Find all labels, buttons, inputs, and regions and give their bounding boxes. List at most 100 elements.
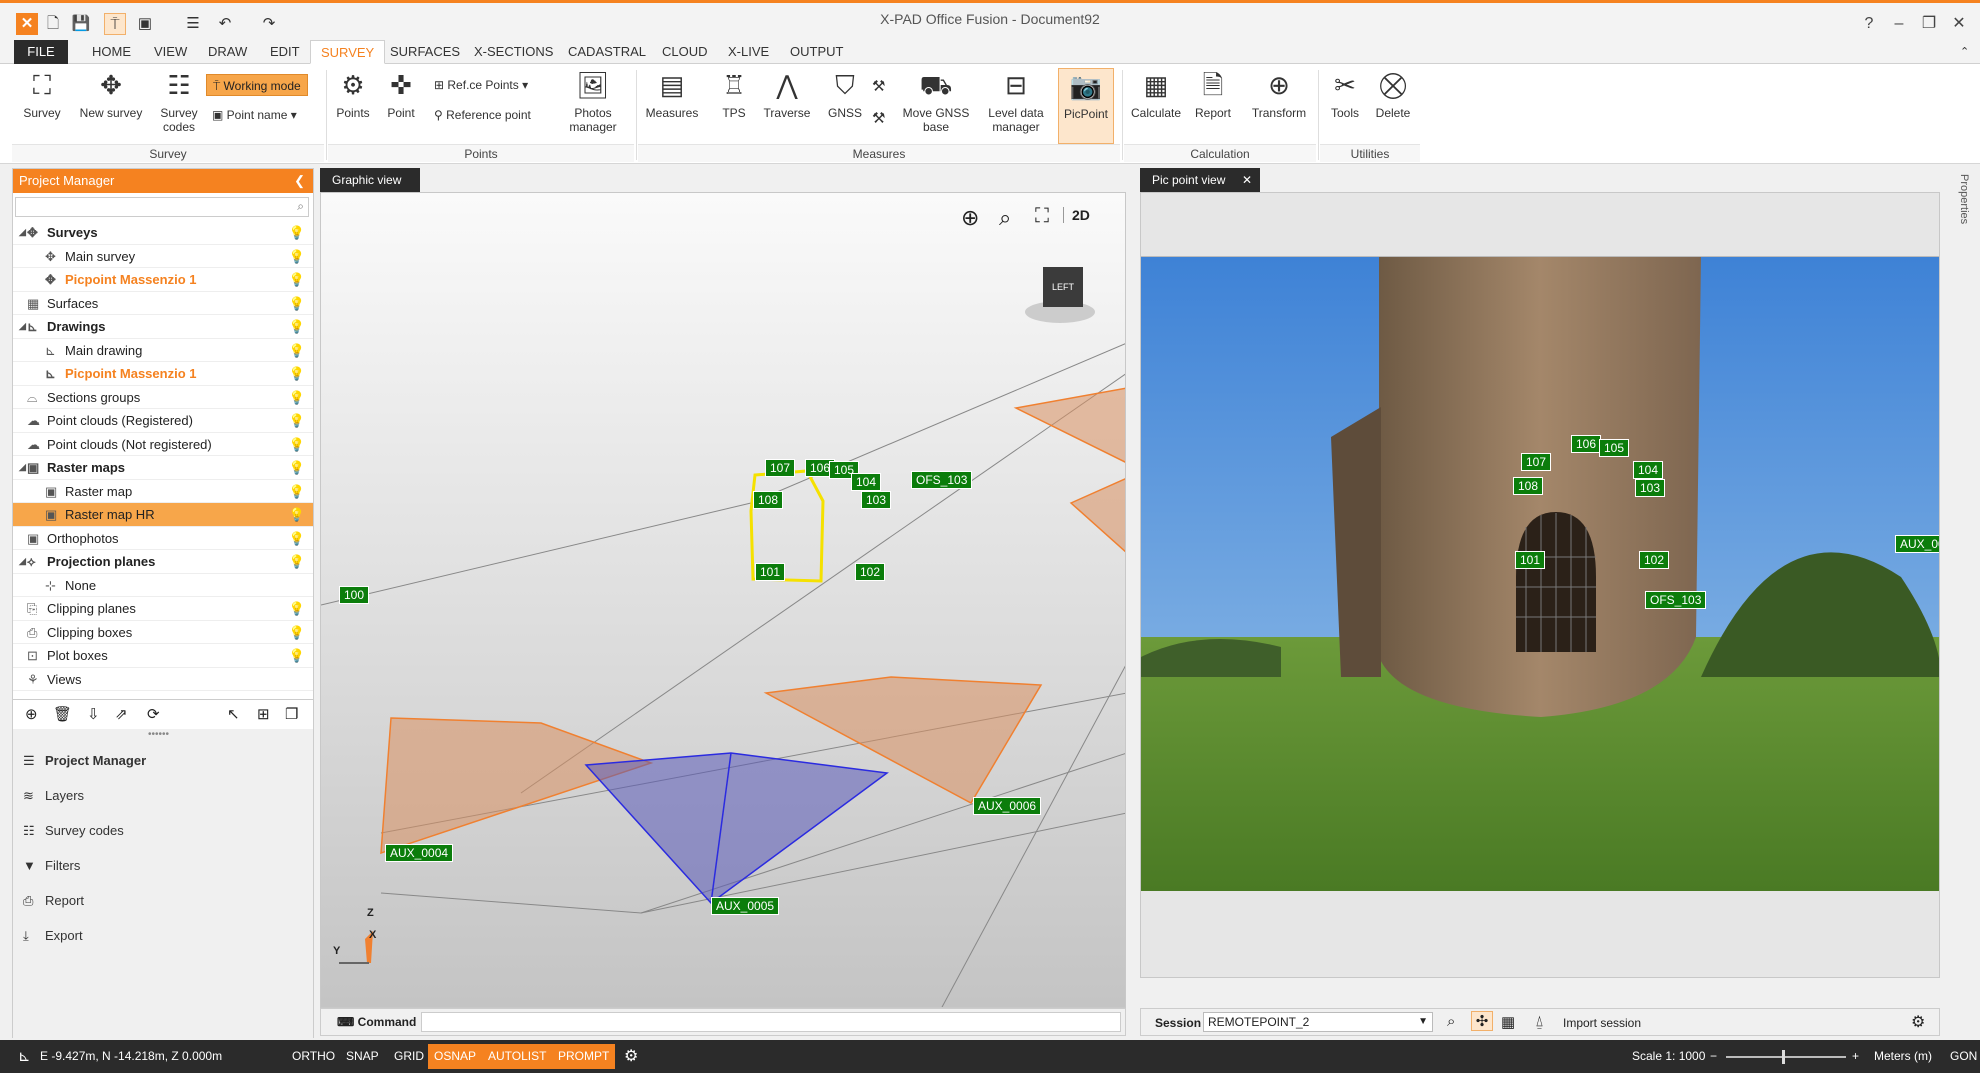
tree-item[interactable]: ▣ Raster map HR 💡 — [13, 503, 313, 527]
command-input[interactable] — [421, 1012, 1121, 1032]
toggle-ortho[interactable]: ORTHO — [286, 1044, 341, 1069]
tab-view[interactable]: VIEW — [144, 40, 197, 64]
collapse-ribbon-icon[interactable]: ⌃ — [1950, 40, 1979, 64]
tree-item[interactable]: ⎙ Clipping boxes 💡 — [13, 621, 313, 644]
points-button[interactable]: ⚙ Points — [332, 68, 374, 120]
tab-graphic-view[interactable]: Graphic view — [320, 168, 420, 192]
tree-item[interactable]: ⊹ None — [13, 574, 313, 597]
tab-cloud[interactable]: CLOUD — [652, 40, 718, 64]
point-label[interactable]: AUX_0006 — [973, 797, 1042, 815]
photo-point-label[interactable]: 107 — [1521, 453, 1552, 471]
tab-cadastral[interactable]: CADASTRAL — [558, 40, 656, 64]
visibility-bulb-icon[interactable]: 💡 — [289, 221, 305, 244]
zoom-in-icon[interactable]: ⊕ — [961, 205, 979, 231]
close-icon[interactable]: ✕ — [1946, 13, 1972, 35]
add-icon[interactable]: ⊕ — [25, 705, 38, 723]
point-label[interactable]: 102 — [855, 563, 886, 581]
cursor-icon[interactable]: ↖ — [227, 705, 240, 723]
gnss-small-tool-2-icon[interactable]: ⚒ — [872, 108, 885, 130]
refresh-icon[interactable]: ⟳ — [147, 705, 160, 723]
visibility-bulb-icon[interactable]: 💡 — [289, 527, 305, 550]
zoom-icon[interactable]: ⌕ — [1447, 1013, 1455, 1030]
tab-surfaces[interactable]: SURFACES — [380, 40, 470, 64]
expand-triangle-icon[interactable]: ◢ — [19, 456, 26, 479]
point-label[interactable]: OFS_103 — [911, 471, 973, 489]
export-icon[interactable]: ⇗ — [115, 705, 128, 723]
point-name-button[interactable]: ▣ Point name ▾ — [212, 104, 297, 126]
visibility-bulb-icon[interactable]: 💡 — [289, 550, 305, 573]
new-survey-button[interactable]: ✥ New survey — [76, 68, 146, 120]
visibility-bulb-icon[interactable]: 💡 — [289, 480, 305, 503]
nav-survey-codes[interactable]: ☷ Survey codes — [23, 819, 124, 843]
visibility-bulb-icon[interactable]: 💡 — [289, 245, 305, 268]
tab-edit[interactable]: EDIT — [260, 40, 310, 64]
visibility-bulb-icon[interactable]: 💡 — [289, 433, 305, 456]
tps-button[interactable]: ♖ TPS — [716, 68, 752, 120]
visibility-bulb-icon[interactable]: 💡 — [289, 597, 305, 620]
photo-point-label[interactable]: AUX_00 — [1895, 535, 1939, 553]
tools-button[interactable]: ✂ Tools — [1324, 68, 1366, 120]
tree-item[interactable]: ◢ ▣ Raster maps 💡 — [13, 456, 313, 480]
visibility-bulb-icon[interactable]: 💡 — [289, 339, 305, 362]
tree-item[interactable]: ⊡ Plot boxes 💡 — [13, 644, 313, 668]
tab-draw[interactable]: DRAW — [198, 40, 257, 64]
grid-icon[interactable]: ▦ — [1501, 1013, 1515, 1031]
units-label[interactable]: Meters (m) — [1874, 1040, 1932, 1073]
settings-gear-icon[interactable]: ⚙ — [624, 1040, 638, 1073]
gear-icon[interactable]: ⚙ — [1911, 1012, 1925, 1032]
nav-report[interactable]: ⎙ Report — [23, 889, 84, 913]
point-label[interactable]: 101 — [755, 563, 786, 581]
add-window-icon[interactable]: ⊞ — [257, 705, 270, 723]
survey-codes-button[interactable]: ☷ Survey codes — [156, 68, 202, 134]
tree-item[interactable]: ⊾ Main drawing 💡 — [13, 339, 313, 362]
move-gnss-base-button[interactable]: ⛟ Move GNSS base — [900, 68, 972, 134]
tree-item[interactable]: ⚘ Views — [13, 668, 313, 691]
zoom-minus-icon[interactable]: − — [1710, 1040, 1717, 1073]
trash-icon[interactable]: 🗑 — [53, 705, 72, 723]
tree-item[interactable]: ⎘ Clipping planes 💡 — [13, 597, 313, 621]
tree-item[interactable]: ⌓ Sections groups 💡 — [13, 386, 313, 409]
scale-slider[interactable] — [1726, 1050, 1846, 1064]
tree-item[interactable]: ☁ Point clouds (Not registered) 💡 — [13, 433, 313, 456]
point-button[interactable]: ✜ Point — [380, 68, 422, 120]
tab-survey[interactable]: SURVEY — [310, 40, 386, 64]
tree-item[interactable]: ▣ Orthophotos 💡 — [13, 527, 313, 550]
nav-project-manager[interactable]: ☰ Project Manager — [23, 749, 146, 773]
level-data-manager-button[interactable]: ⊟ Level data manager — [980, 68, 1052, 134]
windows-icon[interactable]: ❐ — [285, 705, 298, 723]
point-label[interactable]: 103 — [861, 491, 892, 509]
toggle-autolist[interactable]: AUTOLIST — [482, 1044, 553, 1069]
photo-point-label[interactable]: 102 — [1639, 551, 1670, 569]
tree-item[interactable]: ✥ Picpoint Massenzio 1 💡 — [13, 268, 313, 292]
transform-button[interactable]: ⊕ Transform — [1246, 68, 1312, 120]
nav-filters[interactable]: ▼ Filters — [23, 854, 80, 878]
working-mode-button[interactable]: ⍑ Working mode — [206, 74, 308, 96]
tab-x-sections[interactable]: X-SECTIONS — [464, 40, 563, 64]
restore-icon[interactable]: ❐ — [1916, 13, 1942, 35]
zoom-plus-icon[interactable]: + — [1852, 1040, 1859, 1073]
graphic-view-canvas[interactable]: ⊕ ⌕ ⛶ 2D LEFT Z X Y 107 106 105 104 103 … — [320, 192, 1126, 1008]
tree-item[interactable]: ◢ ✥ Surveys 💡 — [13, 221, 313, 245]
project-search-input[interactable]: ⌕ — [15, 197, 309, 217]
photos-manager-button[interactable]: 🖼 Photos manager — [562, 68, 624, 134]
toggle-prompt[interactable]: PROMPT — [552, 1044, 616, 1069]
point-label[interactable]: 104 — [851, 473, 882, 491]
visibility-bulb-icon[interactable]: 💡 — [289, 268, 305, 291]
tab-file[interactable]: FILE — [14, 40, 68, 64]
zoom-icon[interactable]: ⌕ — [999, 205, 1011, 231]
photo[interactable]: 106 105 107 104 103 108 101 102 OFS_103 … — [1141, 257, 1939, 891]
close-tab-icon[interactable]: ✕ — [1242, 168, 1252, 192]
photo-point-label[interactable]: 108 — [1513, 477, 1544, 495]
import-icon[interactable]: ⇩ — [87, 705, 100, 723]
angle-units-label[interactable]: GON — [1950, 1040, 1977, 1073]
minimize-icon[interactable]: – — [1886, 13, 1912, 35]
visibility-bulb-icon[interactable]: 💡 — [289, 409, 305, 432]
tab-pic-point-view[interactable]: Pic point view ✕ — [1140, 168, 1260, 192]
survey-button[interactable]: ⛶ Survey — [18, 68, 66, 120]
tree-item[interactable]: ▦ Surfaces 💡 — [13, 292, 313, 315]
zoom-extents-icon[interactable]: ⛶ — [1035, 205, 1049, 228]
expand-triangle-icon[interactable]: ◢ — [19, 221, 26, 244]
toggle-osnap[interactable]: OSNAP — [428, 1044, 483, 1069]
point-label[interactable]: 108 — [753, 491, 784, 509]
nav-export[interactable]: ⤓ Export — [23, 924, 83, 948]
